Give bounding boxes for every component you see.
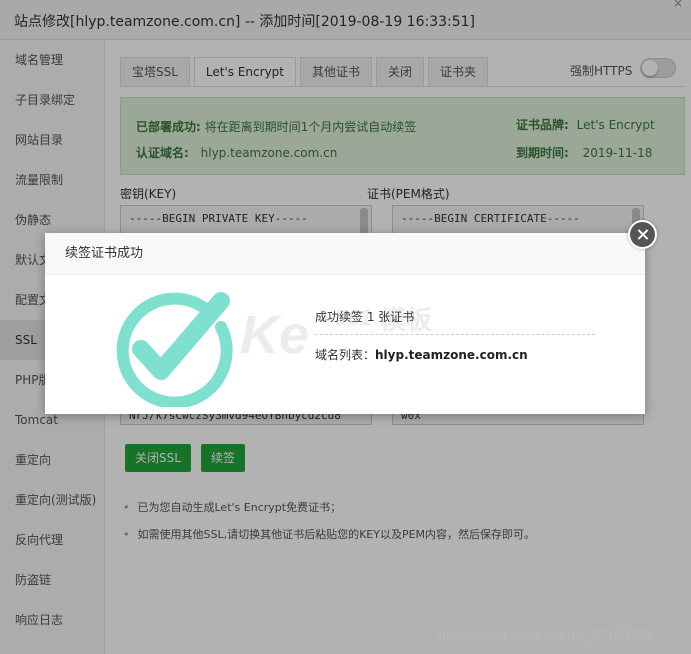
domain-list-value: hlyp.teamzone.com.cn <box>375 348 528 362</box>
domain-list-label: 域名列表： <box>315 348 376 362</box>
success-check-icon <box>116 292 233 407</box>
page-watermark-url: https://blog.csdn.net/qq_27166725 <box>438 626 653 642</box>
dialog-divider <box>315 334 595 335</box>
renew-success-dialog: 续签证书成功 Ke 361 模板 成功续签 1 张证书 域名列表：hlyp.te… <box>45 233 645 414</box>
dialog-close-icon[interactable] <box>628 220 657 249</box>
svg-text:Ke: Ke <box>240 305 309 359</box>
dialog-title: 续签证书成功 <box>45 233 645 275</box>
renew-count-message: 成功续签 1 张证书 <box>315 310 415 324</box>
renewed-domain-list: 域名列表：hlyp.teamzone.com.cn <box>315 346 528 363</box>
